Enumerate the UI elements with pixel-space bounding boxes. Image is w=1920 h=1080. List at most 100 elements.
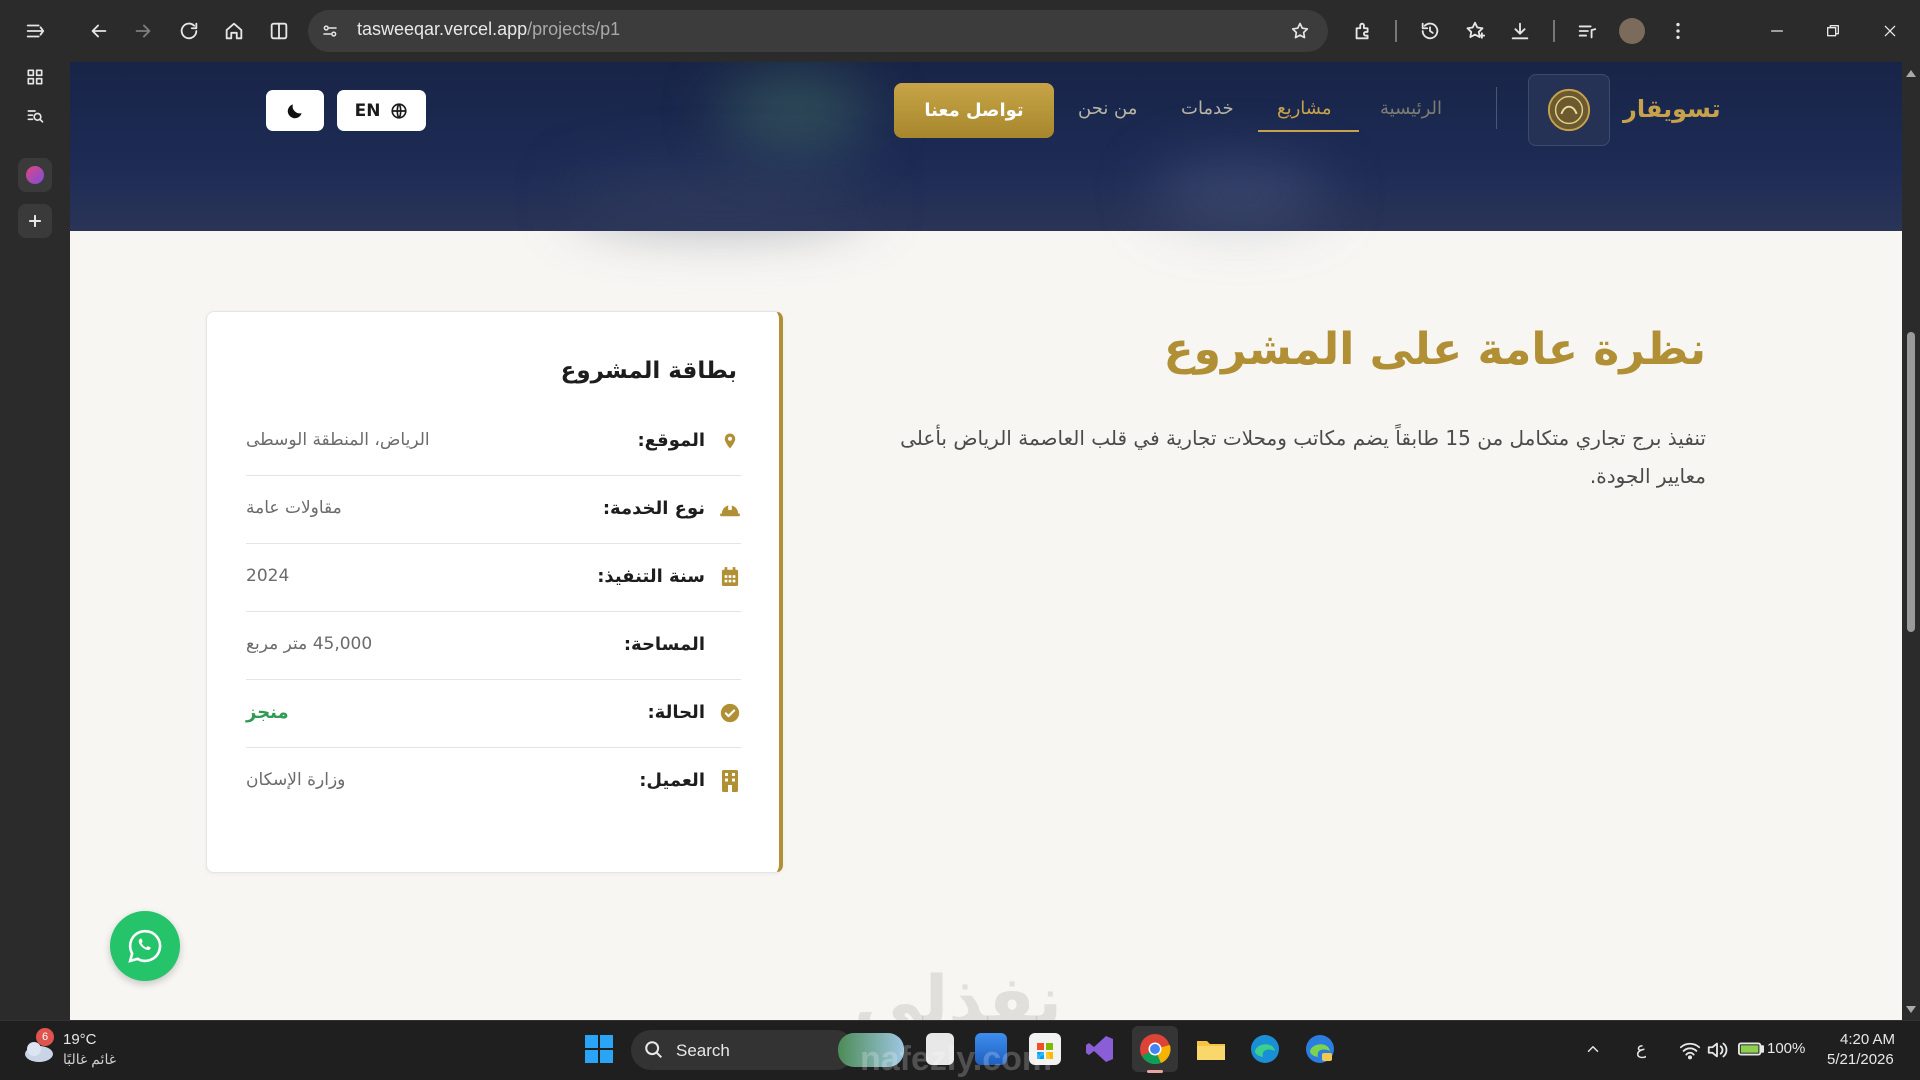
sidebar-toggle-icon[interactable] bbox=[20, 16, 50, 46]
overview-title: نظرة عامة على المشروع bbox=[1163, 324, 1706, 375]
language-label: EN bbox=[354, 100, 381, 121]
minimize-icon[interactable] bbox=[1762, 16, 1792, 46]
weather-icon[interactable]: 6 bbox=[22, 1028, 56, 1064]
browser-toolbar: tasweeqar.vercel.app/projects/p1 bbox=[0, 0, 1920, 62]
url-path: /projects/p1 bbox=[527, 19, 621, 39]
edge-beta-app-icon[interactable] bbox=[1304, 1033, 1336, 1065]
search-icon bbox=[643, 1039, 665, 1061]
row-value: الرياض، المنطقة الوسطى bbox=[246, 430, 430, 450]
favorites-icon[interactable] bbox=[1460, 16, 1490, 46]
row-label: المساحة: bbox=[623, 634, 705, 655]
weather-badge: 6 bbox=[36, 1028, 54, 1046]
row-value: وزارة الإسكان bbox=[246, 770, 346, 790]
overview-description: تنفيذ برج تجاري متكامل من 15 طابقاً يضم … bbox=[900, 426, 1706, 488]
close-window-icon[interactable] bbox=[1875, 16, 1905, 46]
whatsapp-button[interactable] bbox=[110, 911, 180, 981]
nav-link-services[interactable]: خدمات bbox=[1181, 98, 1234, 119]
split-screen-button[interactable] bbox=[264, 16, 294, 46]
nav-link-projects[interactable]: مشاريع bbox=[1277, 98, 1331, 119]
active-app-indicator bbox=[1147, 1070, 1163, 1073]
home-button[interactable] bbox=[219, 16, 249, 46]
hero-background-glow bbox=[1150, 162, 1330, 222]
clock-time[interactable]: 4:20 AM bbox=[1840, 1031, 1895, 1048]
row-label: الموقع: bbox=[637, 430, 705, 451]
url-host: tasweeqar.vercel.app bbox=[357, 19, 528, 39]
visual-studio-app-icon[interactable] bbox=[1084, 1033, 1116, 1065]
profile-avatar[interactable] bbox=[1619, 18, 1645, 44]
project-row-area: المساحة: 45,000 متر مربع bbox=[246, 612, 741, 680]
chrome-app-icon[interactable] bbox=[1139, 1033, 1171, 1065]
clock-date[interactable]: 5/21/2026 bbox=[1827, 1051, 1894, 1068]
row-label: العميل: bbox=[639, 770, 705, 791]
weather-description[interactable]: غائم غالبًا bbox=[63, 1051, 116, 1068]
nav-link-about[interactable]: من نحن bbox=[1078, 98, 1137, 119]
search-sidebar-icon[interactable] bbox=[20, 101, 50, 131]
location-pin-icon bbox=[719, 430, 741, 452]
theme-toggle-button[interactable] bbox=[266, 90, 324, 131]
logo-emblem-icon bbox=[1547, 88, 1591, 132]
restore-icon[interactable] bbox=[1818, 16, 1848, 46]
bookmark-star-icon[interactable] bbox=[1286, 17, 1314, 45]
volume-icon[interactable] bbox=[1705, 1038, 1729, 1062]
watermark-text: نفذلي bbox=[854, 962, 1063, 1020]
edge-app-icon[interactable] bbox=[1249, 1033, 1281, 1065]
brand-name[interactable]: تسويقار bbox=[1623, 95, 1721, 123]
whatsapp-icon bbox=[128, 929, 162, 963]
file-explorer-app-icon[interactable] bbox=[1195, 1033, 1227, 1065]
site-info-icon[interactable] bbox=[318, 19, 342, 43]
url-text[interactable]: tasweeqar.vercel.app/projects/p1 bbox=[357, 19, 620, 40]
page-scrollbar[interactable] bbox=[1902, 62, 1920, 1020]
row-value: 2024 bbox=[246, 566, 290, 586]
history-icon[interactable] bbox=[1415, 16, 1445, 46]
project-row-service-type: نوع الخدمة: مقاولات عامة bbox=[246, 476, 741, 544]
scroll-up-arrow-icon[interactable] bbox=[1906, 70, 1916, 77]
windows-start-icon[interactable] bbox=[585, 1035, 613, 1063]
search-label: Search bbox=[676, 1041, 730, 1060]
battery-percentage[interactable]: 100% bbox=[1767, 1040, 1805, 1057]
row-label: نوع الخدمة: bbox=[602, 498, 705, 519]
extensions-icon[interactable] bbox=[1348, 16, 1378, 46]
language-toggle-button[interactable]: EN bbox=[337, 90, 426, 131]
moon-icon bbox=[287, 103, 302, 118]
row-label: الحالة: bbox=[647, 702, 705, 723]
row-label: سنة التنفيذ: bbox=[597, 566, 705, 587]
back-button[interactable] bbox=[84, 16, 114, 46]
project-row-client: العميل: وزارة الإسكان bbox=[246, 748, 741, 816]
site-logo[interactable] bbox=[1528, 74, 1610, 146]
downloads-icon[interactable] bbox=[1505, 16, 1535, 46]
battery-icon[interactable] bbox=[1737, 1038, 1765, 1060]
area-icon bbox=[719, 634, 741, 656]
row-value: مقاولات عامة bbox=[246, 498, 342, 518]
watermark-domain: nafezly.com bbox=[860, 1040, 1053, 1078]
nav-link-home[interactable]: الرئيسية bbox=[1380, 98, 1442, 119]
project-row-status: الحالة: منجز bbox=[246, 680, 741, 748]
check-circle-icon bbox=[719, 702, 741, 724]
weather-temperature[interactable]: 19°C bbox=[63, 1031, 97, 1048]
toolbar-divider bbox=[1395, 20, 1397, 42]
media-control-icon[interactable] bbox=[1572, 16, 1602, 46]
forward-button[interactable] bbox=[128, 16, 158, 46]
project-card-title: بطاقة المشروع bbox=[560, 358, 737, 384]
scroll-down-arrow-icon[interactable] bbox=[1906, 1006, 1916, 1013]
hard-hat-icon bbox=[719, 498, 741, 520]
scrollbar-thumb[interactable] bbox=[1907, 332, 1915, 632]
add-sidebar-app-button[interactable] bbox=[18, 204, 52, 238]
contact-us-button[interactable]: تواصل معنا bbox=[894, 83, 1054, 138]
project-row-location: الموقع: الرياض، المنطقة الوسطى bbox=[246, 408, 741, 476]
hero-header: تسويقار الرئيسية مشاريع خدمات من نحن توا… bbox=[70, 62, 1902, 231]
reload-button[interactable] bbox=[174, 16, 204, 46]
wifi-icon[interactable] bbox=[1678, 1038, 1702, 1062]
browser-sidebar bbox=[0, 62, 70, 1020]
project-row-year: سنة التنفيذ: 2024 bbox=[246, 544, 741, 612]
more-menu-icon[interactable] bbox=[1663, 16, 1693, 46]
input-language-indicator[interactable]: ع bbox=[1636, 1039, 1646, 1059]
project-card: بطاقة المشروع الموقع: الرياض، المنطقة ال… bbox=[206, 311, 783, 873]
globe-icon bbox=[391, 102, 407, 119]
copilot-app-icon[interactable] bbox=[18, 158, 52, 192]
tray-overflow-chevron-icon[interactable] bbox=[1582, 1038, 1604, 1060]
toolbar-divider bbox=[1553, 20, 1555, 42]
workspaces-icon[interactable] bbox=[20, 62, 50, 92]
hero-background-glow bbox=[720, 72, 870, 152]
hero-background-glow bbox=[570, 172, 870, 222]
nav-divider bbox=[1496, 87, 1497, 129]
